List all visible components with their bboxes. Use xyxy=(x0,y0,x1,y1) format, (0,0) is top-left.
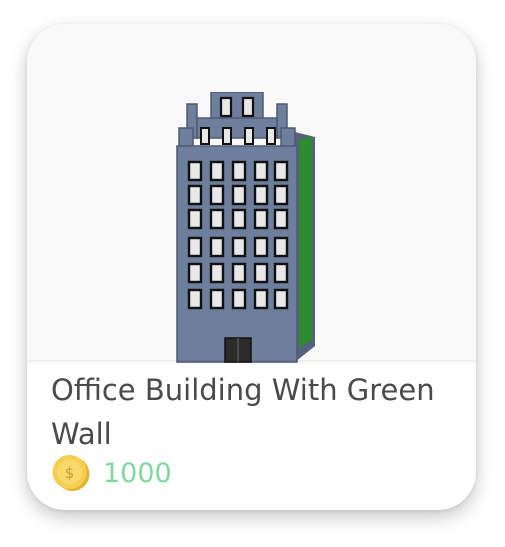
coin-icon: $ xyxy=(52,455,90,491)
price-row: $ 1000 xyxy=(51,453,172,493)
price-amount: 1000 xyxy=(103,457,172,489)
product-card[interactable]: Office Building With Green Wall $ 1000 xyxy=(27,24,476,510)
product-image-area xyxy=(27,24,476,365)
office-building-image xyxy=(176,92,315,363)
product-title: Office Building With Green Wall xyxy=(51,373,435,451)
svg-text:$: $ xyxy=(65,464,75,482)
